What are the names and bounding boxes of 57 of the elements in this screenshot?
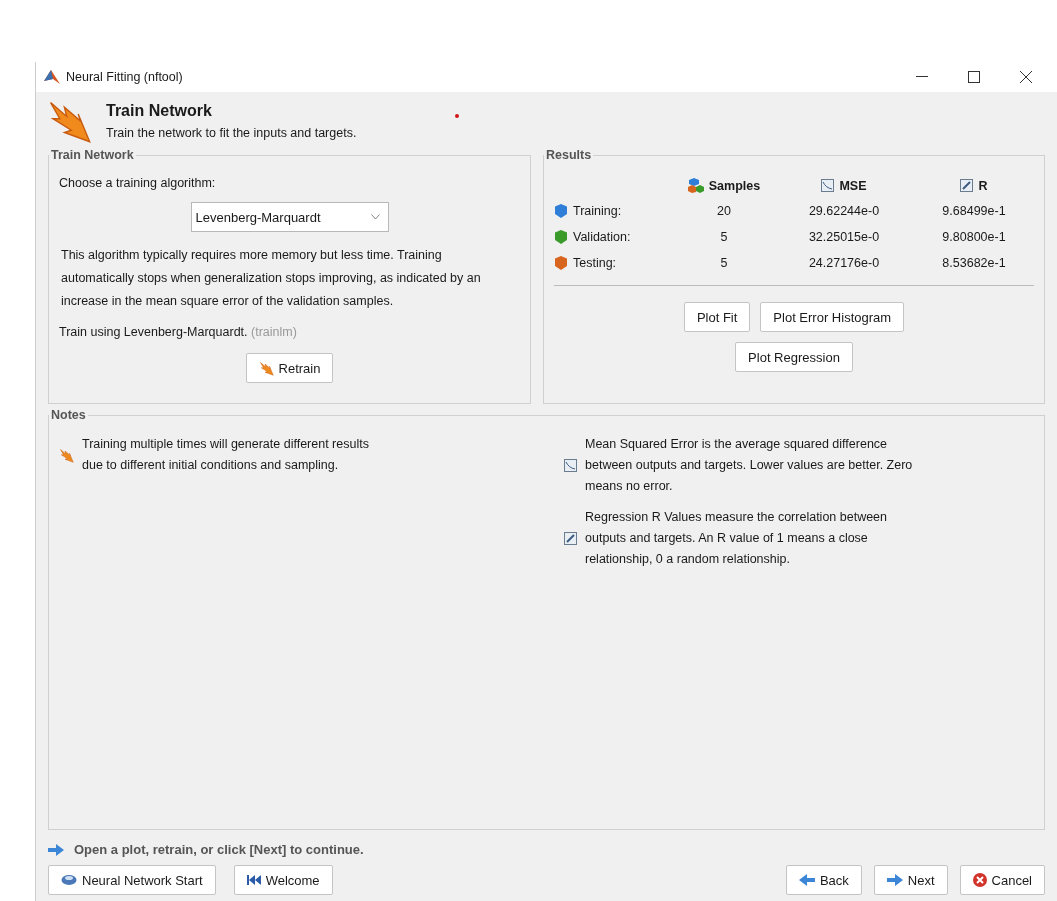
minimize-icon bbox=[916, 76, 928, 78]
page-subtitle: Train the network to fit the inputs and targets. bbox=[106, 126, 358, 140]
chart-icon bbox=[564, 459, 577, 472]
note-text: Regression R Values measure the correlation between outputs and targets. An R value of 1 means a close relationship, 0 a random relationship. bbox=[585, 509, 888, 568]
pencil-icon bbox=[564, 532, 577, 545]
rewind-icon bbox=[246, 874, 261, 886]
panel-title: Results bbox=[545, 148, 593, 162]
pencil-icon bbox=[960, 179, 974, 192]
instruction-text: Open a plot, retrain, or click [Next] to continue. bbox=[74, 842, 364, 857]
table-cell-text: 5 bbox=[719, 256, 729, 270]
page-title: Train Network bbox=[106, 102, 212, 120]
row-label: Testing: bbox=[554, 255, 674, 271]
app-logo-icon bbox=[44, 70, 60, 84]
column-header: Samples bbox=[674, 178, 774, 193]
nav-button[interactable]: Cancel bbox=[959, 865, 1045, 895]
plot-button[interactable]: Plot Regression bbox=[735, 342, 853, 372]
lightning-icon bbox=[59, 447, 74, 463]
cubes-icon bbox=[687, 178, 704, 193]
row-label: Training: bbox=[554, 203, 674, 219]
retrain-button[interactable]: Retrain bbox=[245, 353, 334, 383]
nav-button[interactable]: Neural Network Start bbox=[48, 865, 216, 895]
note-text: Training multiple times will generate different results due to different initial conditions and sampling. bbox=[82, 436, 370, 474]
row-label: Validation: bbox=[554, 229, 674, 245]
cancel-icon bbox=[972, 873, 987, 887]
table-cell-text: 29.62244e-0 bbox=[807, 204, 881, 218]
window-title: Neural Fitting (nftool) bbox=[66, 70, 184, 84]
note-text: Mean Squared Error is the average squared difference between outputs and targets. Lower values are better. Zero means no error. bbox=[585, 436, 914, 495]
panel-title: Train Network bbox=[50, 148, 135, 162]
table-cell-text: 32.25015e-0 bbox=[807, 230, 881, 244]
arrow-icon bbox=[48, 843, 64, 856]
training-function-text: Train using Levenberg-Marquardt. (trainlm) bbox=[59, 325, 298, 339]
panel-title: Notes bbox=[50, 408, 87, 422]
nav-button[interactable]: Next bbox=[873, 865, 948, 895]
table-cell-text: 5 bbox=[719, 230, 729, 244]
chart-icon bbox=[821, 179, 835, 192]
column-header: MSE bbox=[774, 178, 914, 193]
table-cell-text: 24.27176e-0 bbox=[807, 256, 881, 270]
lightning-icon bbox=[258, 360, 274, 376]
nav-button[interactable]: Back bbox=[785, 865, 862, 895]
close-icon bbox=[1020, 71, 1032, 83]
plot-button[interactable]: Plot Error Histogram bbox=[760, 302, 905, 332]
network-icon bbox=[61, 874, 77, 886]
table-cell-text: 9.68499e-1 bbox=[941, 204, 1007, 218]
table-cell-text: 8.53682e-1 bbox=[941, 256, 1007, 270]
maximize-icon bbox=[968, 71, 980, 83]
column-header: R bbox=[914, 178, 1034, 193]
nav-button[interactable]: Welcome bbox=[233, 865, 333, 895]
prompt-text: Choose a training algorithm: bbox=[59, 176, 217, 190]
table-cell-text: 20 bbox=[716, 204, 732, 218]
next-arrow-icon bbox=[886, 874, 903, 886]
plot-button[interactable]: Plot Fit bbox=[683, 302, 751, 332]
description-text: This algorithm typically requires more memory but less time. Training automatically stops when generalization stops improving, as indicated by an increase in the mean square error of the validation samples. bbox=[61, 247, 482, 310]
algorithm-dropdown[interactable]: Levenberg-Marquardt bbox=[190, 202, 389, 232]
back-arrow-icon bbox=[798, 874, 815, 886]
dot-mark bbox=[454, 114, 459, 118]
table-cell-text: 9.80800e-1 bbox=[941, 230, 1007, 244]
chevron-icon bbox=[370, 214, 380, 220]
